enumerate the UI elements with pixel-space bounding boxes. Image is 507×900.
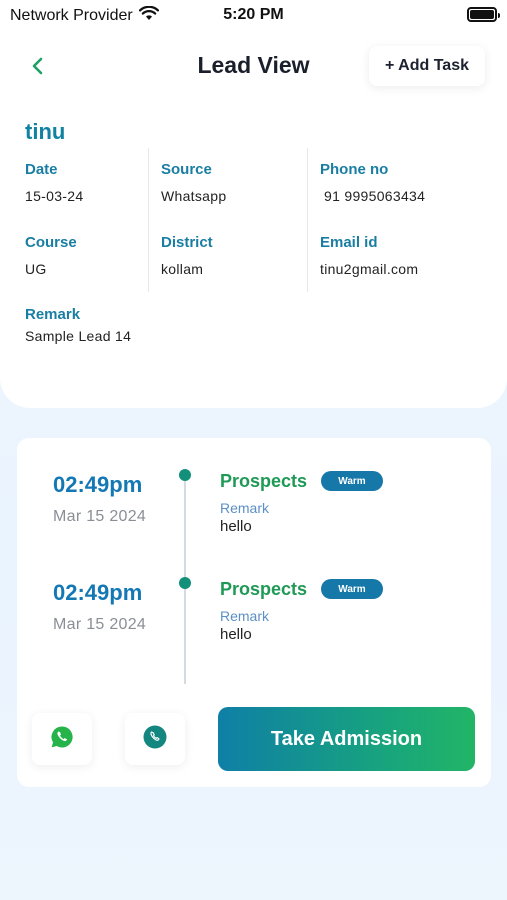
field-phone: Phone no 91 9995063434 [320, 161, 425, 204]
field-email: Email id tinu2gmail.com [320, 234, 418, 277]
field-label: Course [25, 234, 77, 251]
add-task-button[interactable]: + Add Task [368, 46, 485, 86]
column-divider [307, 148, 308, 292]
call-button[interactable] [125, 713, 185, 765]
field-remark: Remark Sample Lead 14 [25, 306, 131, 344]
field-value: Sample Lead 14 [25, 328, 132, 344]
field-value: tinu2gmail.com [320, 261, 419, 277]
whatsapp-icon [50, 725, 74, 754]
field-value: 15-03-24 [25, 188, 84, 204]
field-value: 91 9995063434 [324, 188, 426, 204]
field-source: Source Whatsapp [161, 161, 226, 204]
field-label: Phone no [320, 161, 389, 178]
timeline-dot [179, 577, 191, 589]
timeline-time: 02:49pm [53, 472, 143, 497]
status-badge: Warm [321, 471, 383, 491]
phone-icon [143, 725, 167, 754]
column-divider [148, 148, 149, 292]
field-district: District kollam [161, 234, 213, 277]
field-course: Course UG [25, 234, 77, 277]
status-bar: Network Provider 5:20 PM [0, 0, 507, 32]
lead-details-card: Lead View + Add Task tinu Date 15-03-24 … [0, 32, 507, 408]
lead-view-screen: Network Provider 5:20 PM Lead View + Add… [0, 0, 507, 900]
timeline-remark-value: hello [220, 518, 252, 535]
field-value: Whatsapp [161, 188, 227, 204]
lead-name: tinu [25, 119, 66, 144]
field-label: Source [161, 161, 212, 178]
status-badge: Warm [321, 579, 383, 599]
field-label: District [161, 234, 213, 251]
status-time: 5:20 PM [223, 6, 284, 23]
field-label: Email id [320, 234, 378, 251]
field-label: Remark [25, 306, 81, 323]
timeline-date: Mar 15 2024 [53, 508, 147, 525]
field-date: Date 15-03-24 [25, 161, 83, 204]
timeline-remark-label: Remark [220, 608, 270, 624]
timeline-status: Prospects [220, 579, 308, 599]
field-label: Date [25, 161, 58, 178]
timeline-time: 02:49pm [53, 580, 143, 605]
field-value: kollam [161, 261, 204, 277]
battery-icon [467, 7, 500, 22]
timeline-dot [179, 469, 191, 481]
field-value: UG [25, 261, 47, 277]
take-admission-button[interactable]: Take Admission [218, 707, 475, 771]
timeline-remark-value: hello [220, 626, 252, 643]
timeline-card: 02:49pm Mar 15 2024 Prospects Warm Remar… [17, 438, 491, 787]
timeline-date: Mar 15 2024 [53, 616, 147, 633]
timeline-status: Prospects [220, 471, 308, 491]
timeline-remark-label: Remark [220, 500, 270, 516]
whatsapp-button[interactable] [32, 713, 92, 765]
